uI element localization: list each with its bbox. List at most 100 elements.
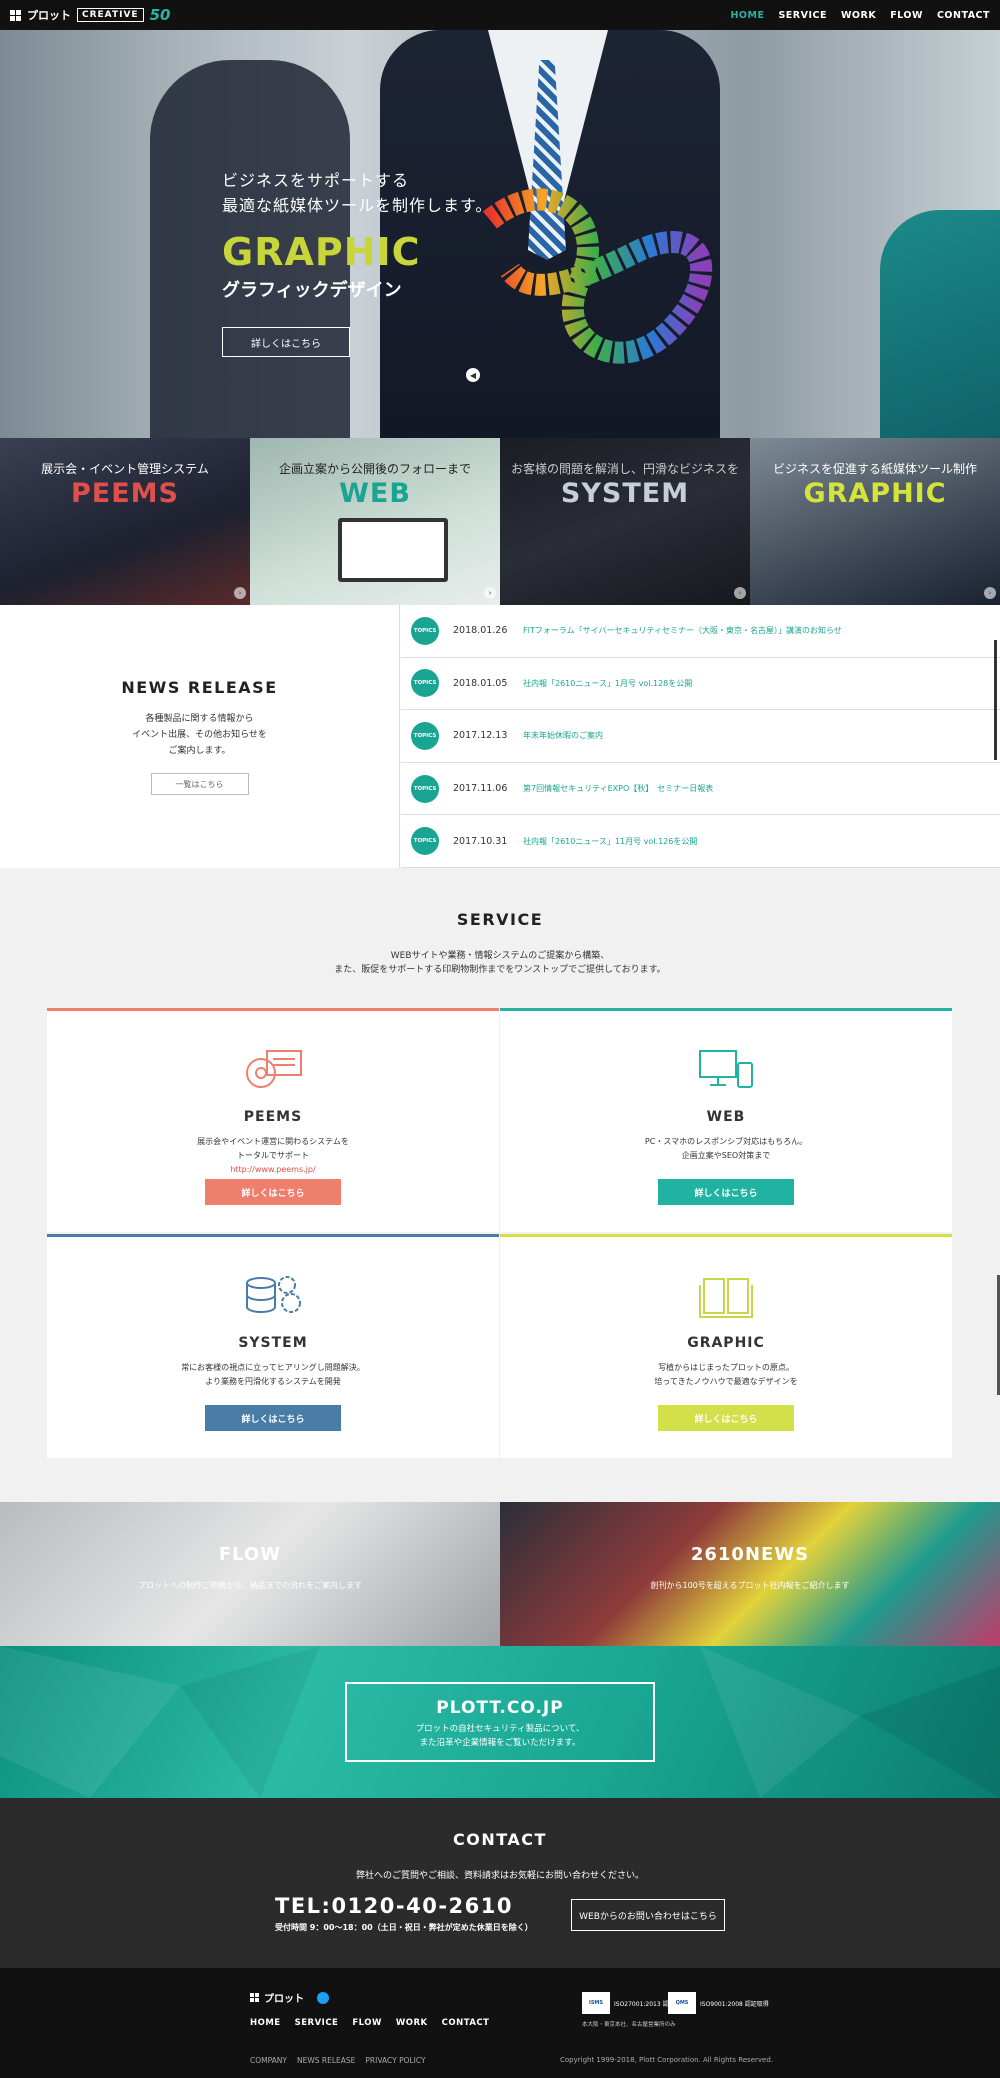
contact-subtitle: 弊社へのご質問やご相談、資料請求はお気軽にお問い合わせください。 <box>355 1871 644 1881</box>
web-detail-button[interactable]: 詳しくはこちら <box>658 1179 794 1205</box>
nav-service[interactable]: SERVICE <box>778 10 827 21</box>
hero-title: GRAPHIC <box>222 230 421 274</box>
news-title: NEWS RELEASE <box>121 678 278 697</box>
tile-caption: お客様の問題を解消し、円滑なビジネスを <box>510 462 739 476</box>
tile-arrow-icon[interactable]: › <box>484 587 496 599</box>
peems-detail-button[interactable]: 詳しくはこちら <box>205 1179 341 1205</box>
event-calendar-icon <box>246 1050 302 1088</box>
copyright: Copyright 1999-2018, Plott Corporation. … <box>560 2056 774 2064</box>
news2610-title: 2610NEWS <box>690 1544 810 1565</box>
cert-note: 本大阪・東京本社、名古屋営業所のみ <box>582 2022 676 2028</box>
topics-badge: TOPICS <box>411 616 439 645</box>
news-item[interactable]: TOPICS 2017.10.31 社内報「2610ニュース」11月号 vol.12… <box>401 815 1000 868</box>
news-headline[interactable]: 第7回情報セキュリティEXPO【秋】 セミナー日報表 <box>523 783 713 794</box>
news-desc-line: ご案内します。 <box>168 746 231 756</box>
slider-prev-arrow-icon[interactable]: ◀ <box>466 368 480 382</box>
tile-title: SYSTEM <box>560 478 690 509</box>
corporate-site-title: PLOTT.CO.JP <box>436 1698 564 1718</box>
certification-mark-icon: ISMS <box>582 1992 610 2014</box>
tile-graphic[interactable]: ビジネスを促進する紙媒体ツール制作 GRAPHIC › <box>750 438 1000 605</box>
service-card-line: 写植からはじまったプロットの原点。 <box>658 1363 794 1372</box>
service-card-text: 展示会やイベント運営に関わるシステムを トータルでサポート http://www… <box>47 1135 499 1177</box>
service-sub-line: また、販促をサポートする印刷物制作までをワンストップでご提供しております。 <box>334 965 666 975</box>
nav-work[interactable]: WORK <box>841 10 876 21</box>
phone-number[interactable]: TEL:0120-40-2610 <box>275 1894 513 1918</box>
flow-banner[interactable]: FLOW プロットへの制作ご依頼から、納品までの流れをご案内します <box>0 1502 500 1646</box>
hero-detail-button[interactable]: 詳しくはこちら <box>222 327 350 357</box>
nav-flow[interactable]: FLOW <box>890 10 923 21</box>
tile-arrow-icon[interactable]: › <box>984 587 996 599</box>
news-item[interactable]: TOPICS 2018.01.26 FITフォーラム「サイバーセキュリティセミナー（… <box>401 605 1000 658</box>
nav-home[interactable]: HOME <box>730 10 764 21</box>
service-card-line: 展示会やイベント運営に関わるシステムを <box>197 1137 349 1146</box>
footer-nav-work[interactable]: WORK <box>396 2018 428 2028</box>
logo-text: プロット <box>27 9 71 22</box>
news-item[interactable]: TOPICS 2017.11.06 第7回情報セキュリティEXPO【秋】 セミナー日… <box>401 763 1000 816</box>
service-card-title: PEEMS <box>243 1109 303 1125</box>
tile-caption: 企画立案から公開後のフォローまで <box>278 462 471 476</box>
news-headline[interactable]: 社内報「2610ニュース」1月号 vol.128を公開 <box>523 678 692 689</box>
tile-arrow-icon[interactable]: › <box>734 587 746 599</box>
news-headline[interactable]: FITフォーラム「サイバーセキュリティセミナー（大阪・東京・名古屋）」講演のお知… <box>523 625 842 636</box>
service-card-peems: PEEMS 展示会やイベント運営に関わるシステムを トータルでサポート http… <box>47 1008 499 1232</box>
nav-contact[interactable]: CONTACT <box>937 10 990 21</box>
iso9001-badge: QMS ISO9001:2008 認証取得 <box>668 1992 769 2014</box>
footer-link-news-release[interactable]: NEWS RELEASE <box>297 2056 355 2065</box>
anniversary-badge: 50 <box>149 6 171 24</box>
graphic-detail-button[interactable]: 詳しくはこちら <box>658 1405 794 1431</box>
service-title: SERVICE <box>456 910 544 929</box>
news2610-banner[interactable]: 2610NEWS 創刊から100号を超えるプロット社内報をご紹介します <box>500 1502 1000 1646</box>
footer-links: COMPANY NEWS RELEASE PRIVACY POLICY <box>250 2056 426 2065</box>
tile-arrow-icon[interactable]: › <box>234 587 246 599</box>
topics-badge: TOPICS <box>411 827 439 856</box>
corporate-site-line: また沿革や企業情報をご覧いただけます。 <box>419 1738 581 1748</box>
service-card-line: より業務を円滑化するシステムを開発 <box>205 1377 341 1386</box>
logo-mark-icon <box>10 9 21 21</box>
service-card-title: SYSTEM <box>238 1335 308 1351</box>
service-card-line: トータルでサポート <box>237 1151 309 1160</box>
hero-lead-line-1: ビジネスをサポートする <box>222 171 410 190</box>
web-contact-button[interactable]: WEBからのお問い合わせはこちら <box>571 1899 725 1931</box>
tile-peems[interactable]: 展示会・イベント管理システム PEEMS › <box>0 438 250 605</box>
footer-nav-contact[interactable]: CONTACT <box>442 2018 490 2028</box>
hero-slider: ビジネスをサポートする 最適な紙媒体ツールを制作します。 GRAPHIC グラフ… <box>0 30 1000 438</box>
contact-section: CONTACT 弊社へのご質問やご相談、資料請求はお気軽にお問い合わせください。… <box>0 1798 1000 1968</box>
news-more-button[interactable]: 一覧はこちら <box>150 773 249 795</box>
peems-link[interactable]: http://www.peems.jp/ <box>230 1165 315 1174</box>
footer-nav: HOME SERVICE FLOW WORK CONTACT <box>250 2018 489 2028</box>
news-scrollbar[interactable] <box>994 640 997 760</box>
footer-nav-service[interactable]: SERVICE <box>295 2018 339 2028</box>
flow-title: FLOW <box>218 1544 282 1565</box>
hero-lead-line-2: 最適な紙媒体ツールを制作します。 <box>222 196 493 215</box>
footer-link-company[interactable]: COMPANY <box>250 2056 287 2065</box>
corporate-site-link[interactable]: PLOTT.CO.JP プロットの自社セキュリティ製品について、 また沿革や企業… <box>345 1682 655 1762</box>
footer-nav-flow[interactable]: FLOW <box>352 2018 382 2028</box>
corporate-site-banner: PLOTT.CO.JP プロットの自社セキュリティ製品について、 また沿革や企業… <box>0 1646 1000 1798</box>
service-card-text: PC・スマホのレスポンシブ対応はもちろん。 企画立案やSEO対策まで <box>500 1135 952 1163</box>
news-headline[interactable]: 社内報「2610ニュース」11月号 vol.126を公開 <box>523 836 697 847</box>
footer-logo[interactable]: プロット <box>250 1990 329 2005</box>
twitter-icon[interactable] <box>317 1991 329 2004</box>
news-headline[interactable]: 年末年始休暇のご案内 <box>523 730 603 741</box>
open-book-icon <box>699 1278 753 1318</box>
footer-logo-text: プロット <box>264 1994 304 2005</box>
hero-lead: ビジネスをサポートする 最適な紙媒体ツールを制作します。 <box>222 168 492 218</box>
footer-link-privacy-policy[interactable]: PRIVACY POLICY <box>365 2056 425 2065</box>
corporate-site-line: プロットの自社セキュリティ製品について、 <box>415 1724 585 1734</box>
hero-woman <box>880 210 1000 438</box>
news2610-text: 創刊から100号を超えるプロット社内報をご紹介します <box>650 1581 850 1590</box>
footer-nav-home[interactable]: HOME <box>250 2018 281 2028</box>
news-item[interactable]: TOPICS 2017.12.13 年末年始休暇のご案内 <box>401 710 1000 763</box>
tile-caption: ビジネスを促進する紙媒体ツール制作 <box>772 462 977 476</box>
tile-web[interactable]: 企画立案から公開後のフォローまで WEB › <box>250 438 500 605</box>
news-desc-line: イベント出展、その他お知らせを <box>132 730 267 740</box>
service-sub-line: WEBサイトや業務・情報システムのご提案から構築、 <box>390 951 610 961</box>
tile-system[interactable]: お客様の問題を解消し、円滑なビジネスを SYSTEM › <box>500 438 750 605</box>
laptop-illustration <box>338 518 448 582</box>
system-detail-button[interactable]: 詳しくはこちら <box>205 1405 341 1431</box>
site-logo[interactable]: プロット CREATIVE 50 <box>10 6 170 24</box>
news-desc-line: 各種製品に関する情報から <box>145 714 254 724</box>
news-item[interactable]: TOPICS 2018.01.05 社内報「2610ニュース」1月号 vol.128… <box>401 658 1000 711</box>
contact-title: CONTACT <box>453 1830 547 1849</box>
topics-badge: TOPICS <box>411 669 439 698</box>
